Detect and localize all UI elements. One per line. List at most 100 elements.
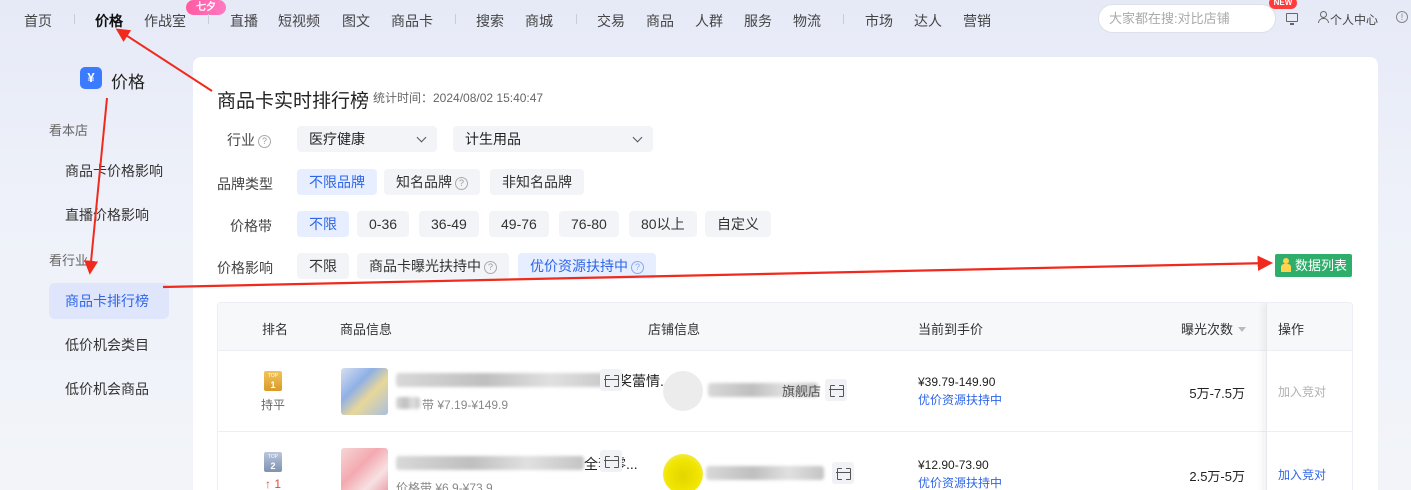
user-icon[interactable] [1317,11,1329,23]
header-exposure-label: 曝光次数 [1181,322,1234,337]
person-icon [1280,258,1292,272]
price-support-tag[interactable]: 优价资源扶持中 [918,391,1002,408]
industry-label-text: 行业 [227,132,255,148]
table-row: TOP 1 持平 奖蕾情... 带 ¥7.19-¥149.9 旗舰店 ¥39.79… [218,351,1352,432]
main-panel: 商品卡实时排行榜 统计时间：2024/08/02 15:40:47 行业? 医疗… [193,57,1378,490]
nav-talent[interactable]: 达人 [914,11,942,31]
nav-home[interactable]: 首页 [24,11,52,31]
action-column-divider [1266,303,1352,490]
nav-goods[interactable]: 商品 [646,11,674,31]
price-band-80-plus[interactable]: 80以上 [629,211,697,237]
table-row: TOP2 ↑ 1 全套零... 价格带 ¥6.9-¥73.9 ¥12.90-73… [218,432,1352,490]
industry-select-secondary[interactable]: 计生用品 [453,126,653,152]
rank-medal-number: 2 [270,461,276,471]
shop-avatar[interactable] [663,371,703,411]
product-price-band: 带 ¥7.19-¥149.9 [422,398,509,412]
sidebar-group-own-store: 看本店 [49,123,89,138]
sidebar-item-card-price-effect[interactable]: 商品卡价格影响 [49,153,169,189]
product-thumbnail[interactable] [341,448,388,490]
user-center-link[interactable]: 个人中心 [1330,11,1378,28]
nav-divider [74,14,75,24]
blurred-price-label [396,397,420,409]
help-icon[interactable]: ? [258,135,271,148]
price-band-36-49[interactable]: 36-49 [419,211,479,237]
price-effect-label: 价格影响 [217,260,273,276]
nav-service[interactable]: 服务 [744,11,772,31]
brand-option-known[interactable]: 知名品牌? [384,169,480,195]
help-icon[interactable]: ? [484,261,497,274]
scan-icon[interactable] [600,369,622,391]
price-effect-resource-support-label: 优价资源扶持中 [530,258,628,274]
nav-live[interactable]: 直播 [230,11,258,31]
sidebar-item-low-price-category[interactable]: 低价机会类目 [49,327,169,363]
rank-medal-top: TOP [267,373,279,379]
nav-trade[interactable]: 交易 [597,11,625,31]
nav-logistics[interactable]: 物流 [793,11,821,31]
header-exposure[interactable]: 曝光次数 [1181,319,1247,338]
rank-medal-icon: TOP 2 [264,452,282,472]
blurred-product-name [396,456,584,470]
nav-market[interactable]: 市场 [865,11,893,31]
product-thumbnail[interactable] [341,368,388,415]
help-icon[interactable]: ? [455,177,468,190]
brand-option-any[interactable]: 不限品牌 [297,169,377,195]
scan-icon[interactable] [600,450,622,472]
nav-divider [208,14,209,24]
industry-label: 行业? [227,130,271,150]
exposure-count: 5万-7.5万 [1189,386,1245,401]
shop-name[interactable]: 旗舰店 [782,381,821,400]
price-effect-any[interactable]: 不限 [297,253,349,279]
industry-select-primary[interactable]: 医疗健康 [297,126,437,152]
nav-divider [843,14,844,24]
monitor-icon[interactable] [1286,13,1298,25]
industry-select-primary-value: 医疗健康 [309,131,365,147]
help-icon[interactable]: ? [631,261,644,274]
nav-image-text[interactable]: 图文 [342,11,370,31]
sidebar-item-card-ranking[interactable]: 商品卡排行榜 [49,283,169,319]
rank-medal-icon: TOP 1 [264,371,282,391]
sidebar-group-industry: 看行业 [49,253,89,268]
data-list-button-label: 数据列表 [1295,258,1348,273]
price-effect-resource-support[interactable]: 优价资源扶持中? [518,253,656,279]
price-band-label: 价格带 [230,218,272,234]
table-header: 排名 商品信息 店铺信息 当前到手价 曝光次数 操作 [218,303,1352,351]
price-band-49-76[interactable]: 49-76 [489,211,549,237]
price-band-any[interactable]: 不限 [297,211,349,237]
rank-medal-top: TOP [267,454,279,460]
chevron-down-icon [416,132,427,143]
sort-down-icon[interactable] [1238,327,1247,332]
sidebar-item-live-price-effect[interactable]: 直播价格影响 [49,197,169,233]
chevron-down-icon [632,132,643,143]
nav-price[interactable]: 价格 [95,11,123,31]
header-current-price: 当前到手价 [918,322,984,337]
sidebar-title: 价格 [111,73,145,92]
data-list-button[interactable]: 数据列表 [1275,254,1352,277]
nav-short-video[interactable]: 短视频 [278,11,320,31]
search-input[interactable] [1098,4,1276,33]
nav-product-card[interactable]: 商品卡 [391,11,433,31]
blurred-shop-name [706,466,824,480]
rank-change: ↑ 1 [265,477,282,490]
nav-crowd[interactable]: 人群 [695,11,723,31]
price-band-76-80[interactable]: 76-80 [559,211,619,237]
price-band-0-36[interactable]: 0-36 [357,211,410,237]
nav-marketing[interactable]: 营销 [963,11,991,31]
new-badge: NEW [1269,0,1297,9]
price-support-tag[interactable]: 优价资源扶持中 [918,474,1002,490]
price-effect-exposure-support[interactable]: 商品卡曝光扶持中? [357,253,509,279]
current-price: ¥12.90-73.90 [918,458,989,472]
shop-avatar[interactable] [663,454,703,490]
scan-icon[interactable] [825,379,847,401]
brand-option-unknown[interactable]: 非知名品牌 [490,169,584,195]
nav-search[interactable]: 搜索 [476,11,504,31]
info-icon[interactable]: ! [1396,11,1408,23]
price-band-custom[interactable]: 自定义 [705,211,771,237]
nav-war-room[interactable]: 作战室 [144,11,186,31]
product-price-band: 价格带 ¥6.9-¥73.9 [396,481,493,490]
qixi-badge: 七夕 [186,0,226,15]
sidebar-item-low-price-goods[interactable]: 低价机会商品 [49,371,169,407]
yuan-icon: ¥ [80,67,102,89]
price-effect-exposure-support-label: 商品卡曝光扶持中 [369,258,481,274]
scan-icon[interactable] [832,462,854,484]
nav-mall[interactable]: 商城 [525,11,553,31]
